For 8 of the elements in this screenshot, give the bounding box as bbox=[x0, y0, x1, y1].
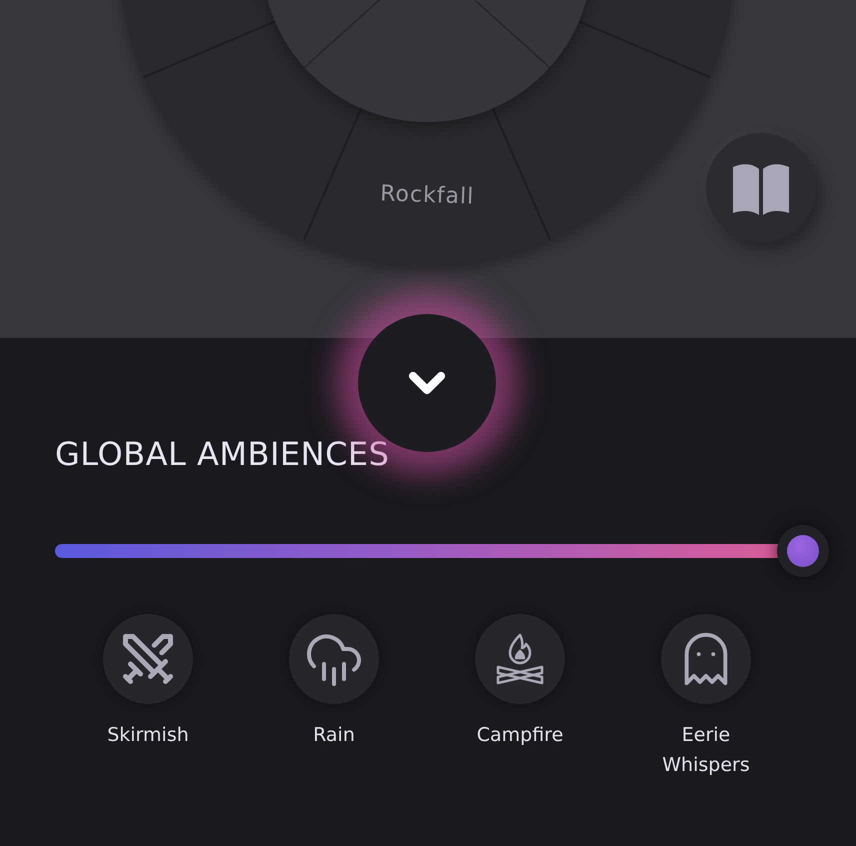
ambience-label: Rain bbox=[312, 723, 356, 748]
ambience-label: Campfire bbox=[476, 723, 564, 748]
segment-label: Rockfall bbox=[380, 181, 475, 210]
campfire-icon bbox=[494, 631, 546, 687]
slider-thumb[interactable] bbox=[787, 535, 819, 567]
section-title: GLOBAL AMBIENCES bbox=[55, 438, 390, 470]
ambience-label: Eerie Whispers bbox=[661, 723, 751, 778]
ambience-label: Skirmish bbox=[106, 723, 190, 748]
